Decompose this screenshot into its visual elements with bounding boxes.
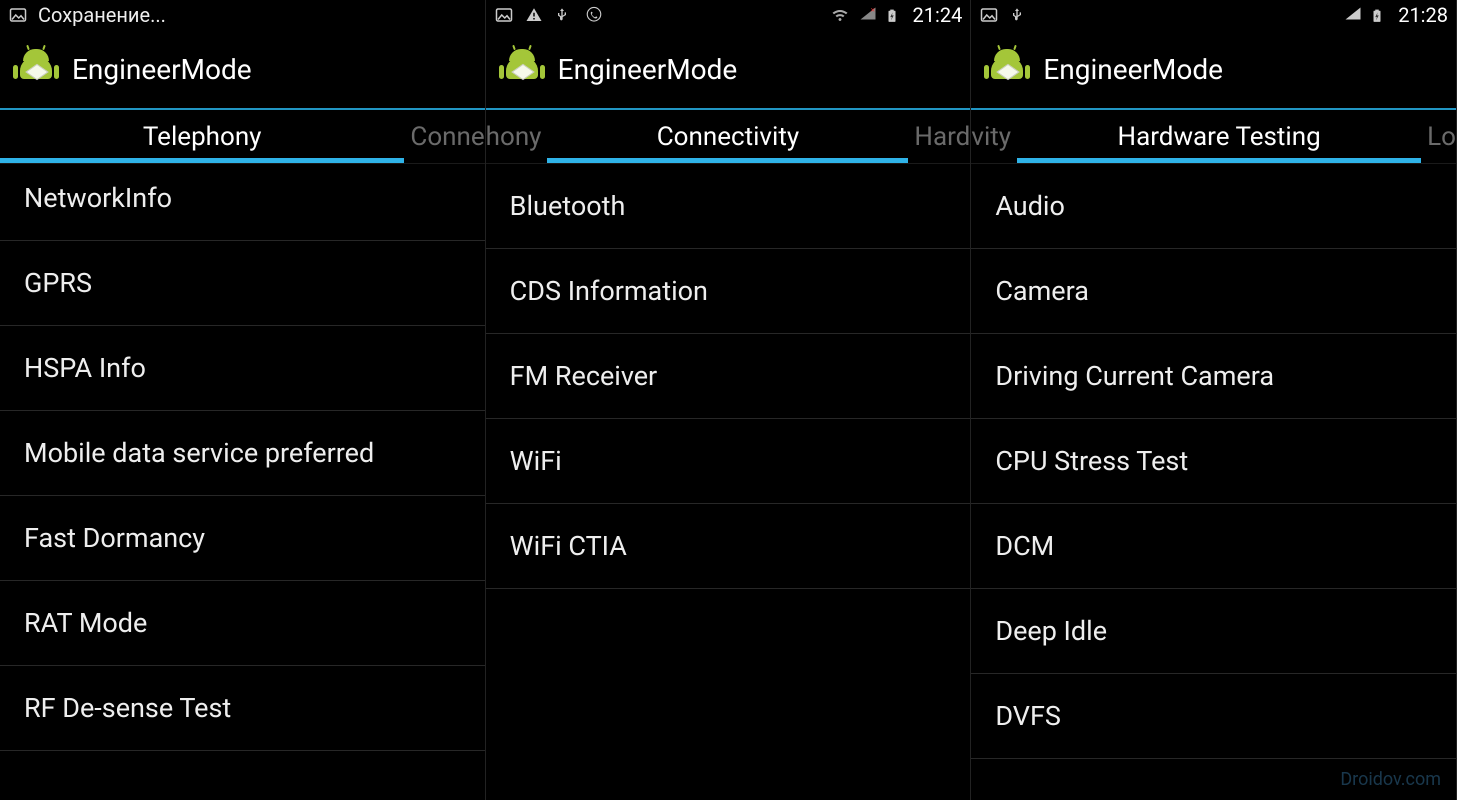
usb-icon (554, 6, 574, 24)
list-item[interactable]: Driving Current Camera (971, 334, 1456, 419)
tab-bar: Telephony Conne (0, 110, 485, 164)
tab-bar: vity Hardware Testing Lo (971, 110, 1456, 164)
list-item[interactable]: Deep Idle (971, 589, 1456, 674)
tab-label: Lo (1427, 122, 1456, 152)
phone-screenshot-1: Сохранение... EngineerMode Telephony Con… (0, 0, 486, 800)
viber-icon (584, 6, 604, 24)
tab-hardware[interactable]: Hard (908, 110, 970, 163)
image-icon (8, 6, 28, 24)
list-item[interactable]: Camera (971, 249, 1456, 334)
image-icon (979, 6, 999, 24)
battery-icon (885, 6, 905, 24)
tab-label: Conne (410, 122, 484, 152)
list[interactable]: Audio Camera Driving Current Camera CPU … (971, 164, 1456, 800)
list-item[interactable]: Bluetooth (486, 164, 971, 249)
status-bar: Сохранение... (0, 0, 485, 30)
list-item[interactable]: CDS Information (486, 249, 971, 334)
status-bar: ✕ 21:24 (486, 0, 971, 30)
status-text: Сохранение... (38, 3, 166, 27)
tab-bar: hony Connectivity Hard (486, 110, 971, 164)
app-title: EngineerMode (1043, 53, 1223, 86)
list-item[interactable]: DVFS (971, 674, 1456, 759)
tab-label: Hardware Testing (1118, 122, 1321, 152)
clock: 21:28 (1398, 3, 1448, 27)
image-icon (494, 6, 514, 24)
clock: 21:24 (913, 3, 963, 27)
tab-connectivity[interactable]: vity (971, 110, 1017, 163)
tab-telephony[interactable]: Telephony (0, 110, 404, 163)
list-item[interactable]: CPU Stress Test (971, 419, 1456, 504)
tab-location[interactable]: Lo (1421, 110, 1456, 163)
tab-label: Hard (914, 122, 970, 152)
list-item[interactable]: WiFi CTIA (486, 504, 971, 589)
status-bar: 21:28 (971, 0, 1456, 30)
tab-telephony[interactable]: hony (486, 110, 548, 163)
list-item[interactable]: HSPA Info (0, 326, 485, 411)
phone-screenshot-3: 21:28 EngineerMode vity Hardware Testing… (971, 0, 1457, 800)
list[interactable]: NetworkInfo GPRS HSPA Info Mobile data s… (0, 164, 485, 800)
battery-icon (1370, 6, 1390, 24)
tab-label: Connectivity (657, 122, 799, 152)
list-item[interactable]: Audio (971, 164, 1456, 249)
app-header: EngineerMode (0, 30, 485, 110)
list-item[interactable]: GPRS (0, 241, 485, 326)
signal-icon: ✕ (857, 6, 877, 24)
app-title: EngineerMode (72, 53, 252, 86)
warning-icon (524, 6, 544, 24)
list[interactable]: Bluetooth CDS Information FM Receiver Wi… (486, 164, 971, 800)
list-item[interactable]: WiFi (486, 419, 971, 504)
tab-connectivity[interactable]: Conne (404, 110, 484, 163)
app-header: EngineerMode (971, 30, 1456, 110)
tab-label: Telephony (143, 122, 262, 152)
list-item[interactable]: DCM (971, 504, 1456, 589)
usb-icon (1009, 6, 1029, 24)
android-icon (985, 47, 1029, 91)
tab-connectivity[interactable]: Connectivity (547, 110, 908, 163)
tab-label: vity (971, 122, 1011, 152)
list-item[interactable]: NetworkInfo (0, 164, 485, 241)
list-item[interactable]: Mobile data service preferred (0, 411, 485, 496)
list-item[interactable]: Fast Dormancy (0, 496, 485, 581)
android-icon (14, 47, 58, 91)
android-icon (500, 47, 544, 91)
signal-icon (1342, 6, 1362, 24)
phone-screenshot-2: ✕ 21:24 EngineerMode hony Connectivity H… (486, 0, 972, 800)
list-item[interactable]: RAT Mode (0, 581, 485, 666)
app-header: EngineerMode (486, 30, 971, 110)
app-title: EngineerMode (558, 53, 738, 86)
list-item[interactable]: FM Receiver (486, 334, 971, 419)
tab-label: hony (486, 122, 542, 152)
list-item[interactable]: RF De-sense Test (0, 666, 485, 751)
tab-hardware-testing[interactable]: Hardware Testing (1017, 110, 1421, 163)
wifi-icon (829, 6, 849, 24)
svg-text:✕: ✕ (870, 7, 875, 14)
